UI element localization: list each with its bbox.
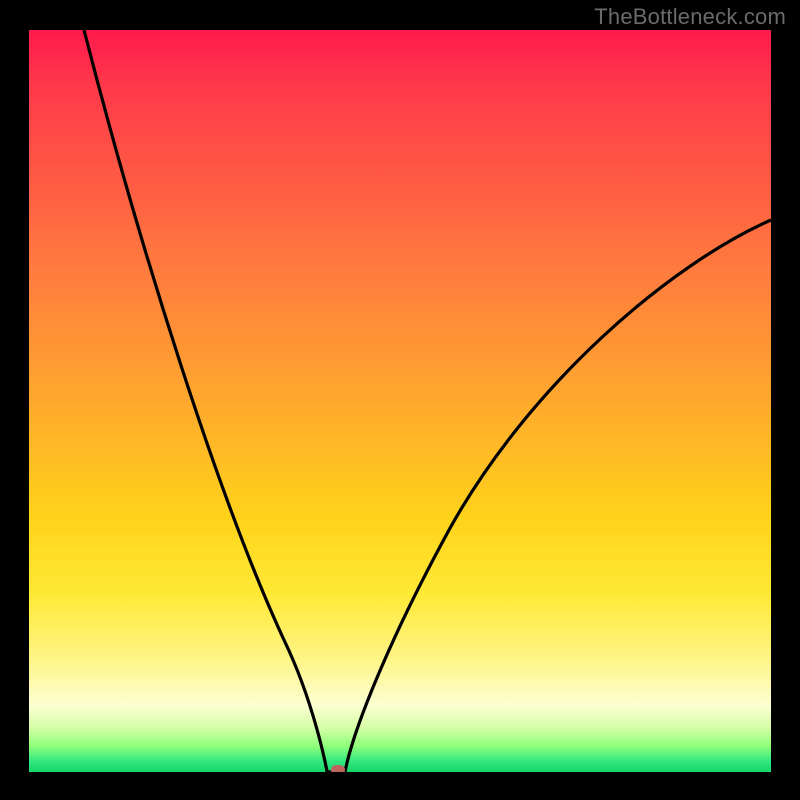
bottleneck-marker [331,765,345,772]
watermark-text: TheBottleneck.com [594,4,786,30]
curve-right-branch [345,220,771,772]
curve-left-branch [84,30,327,772]
plot-area [29,30,771,772]
chart-frame: TheBottleneck.com [0,0,800,800]
bottleneck-curve [29,30,771,772]
